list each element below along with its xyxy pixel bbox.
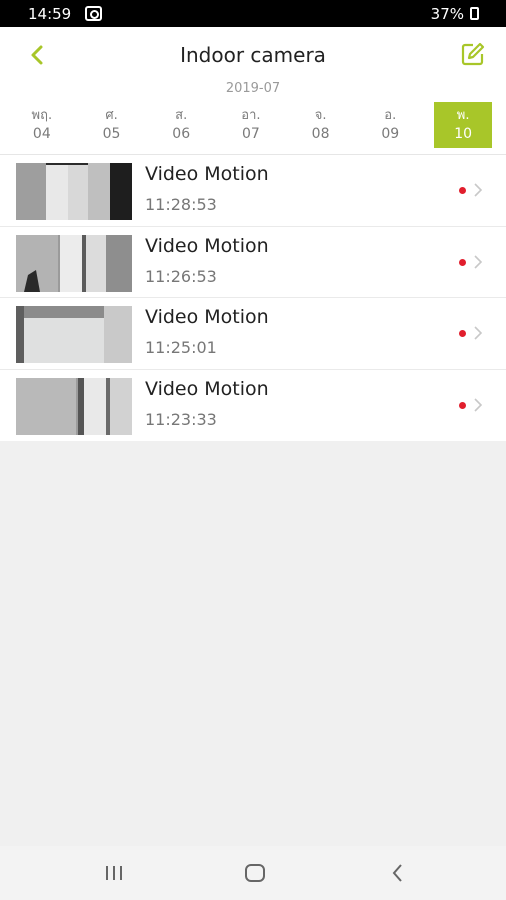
event-title: Video Motion (145, 163, 269, 185)
day-tab[interactable]: อ. 09 (355, 102, 425, 148)
event-list: Video Motion 11:28:53 Video Motion 11:26… (0, 154, 506, 441)
event-time: 11:25:01 (145, 338, 217, 358)
day-tab[interactable]: อา. 07 (216, 102, 286, 148)
day-number: 04 (32, 126, 51, 142)
event-time: 11:28:53 (145, 195, 217, 214)
edit-button[interactable] (460, 41, 486, 67)
screenshot-icon (85, 6, 102, 21)
event-time: 11:23:33 (145, 410, 217, 430)
battery-level: 37% (430, 5, 464, 23)
event-title: Video Motion (145, 306, 269, 329)
event-row[interactable]: Video Motion 11:25:01 (0, 297, 506, 369)
battery-icon (470, 7, 479, 20)
day-abbr: อา. (241, 108, 261, 123)
event-row[interactable]: Video Motion 11:23:33 (0, 369, 506, 441)
day-abbr: พฤ. (31, 108, 53, 123)
app: Indoor camera 2019-07 พฤ. 04 ศ. 05 ส. 06… (0, 27, 506, 846)
status-bar: 14:59 37% (0, 0, 506, 27)
header: Indoor camera 2019-07 พฤ. 04 ศ. 05 ส. 06… (0, 27, 506, 155)
day-number: 05 (102, 126, 121, 142)
unread-dot (459, 187, 466, 194)
chevron-right-icon (474, 398, 483, 412)
unread-dot (459, 402, 466, 410)
day-number: 06 (172, 126, 191, 142)
page-title: Indoor camera (180, 43, 326, 67)
day-selector: พฤ. 04 ศ. 05 ส. 06 อา. 07 จ. 08 อ. 09 พ.… (7, 102, 499, 150)
recents-icon (106, 866, 122, 880)
day-tab-selected[interactable]: พ. 10 (434, 102, 493, 148)
day-tab[interactable]: ส. 06 (146, 102, 216, 148)
chevron-right-icon (474, 183, 483, 197)
day-abbr: ส. (175, 108, 188, 123)
day-tab[interactable]: ศ. 05 (77, 102, 147, 148)
month-label: 2019-07 (225, 81, 281, 96)
edit-icon (461, 42, 485, 66)
unread-dot (459, 330, 466, 338)
home-button[interactable] (241, 860, 269, 886)
event-title: Video Motion (145, 378, 269, 401)
recents-button[interactable] (100, 860, 128, 886)
day-abbr: จ. (314, 108, 327, 123)
event-thumbnail (16, 306, 132, 364)
day-abbr: อ. (384, 108, 397, 123)
chevron-right-icon (474, 255, 483, 269)
day-tab[interactable]: จ. 08 (286, 102, 356, 148)
day-abbr: พ. (456, 108, 470, 123)
chevron-right-icon (474, 326, 483, 340)
event-thumbnail (16, 163, 132, 220)
event-thumbnail (16, 378, 132, 436)
day-number: 08 (311, 126, 330, 142)
back-icon (392, 864, 402, 882)
event-row[interactable]: Video Motion 11:28:53 (0, 154, 506, 226)
event-title: Video Motion (145, 234, 269, 257)
system-back-button[interactable] (384, 860, 412, 886)
day-abbr: ศ. (105, 108, 118, 123)
day-number: 07 (241, 126, 260, 142)
event-time: 11:26:53 (145, 266, 217, 286)
status-time: 14:59 (28, 5, 72, 23)
day-tab[interactable]: พฤ. 04 (7, 102, 77, 148)
event-thumbnail (16, 234, 132, 292)
unread-dot (459, 258, 466, 266)
system-nav-bar (0, 846, 506, 900)
day-number: 09 (381, 126, 400, 142)
day-number: 10 (454, 126, 473, 142)
event-row[interactable]: Video Motion 11:26:53 (0, 225, 506, 298)
home-icon (245, 864, 265, 882)
